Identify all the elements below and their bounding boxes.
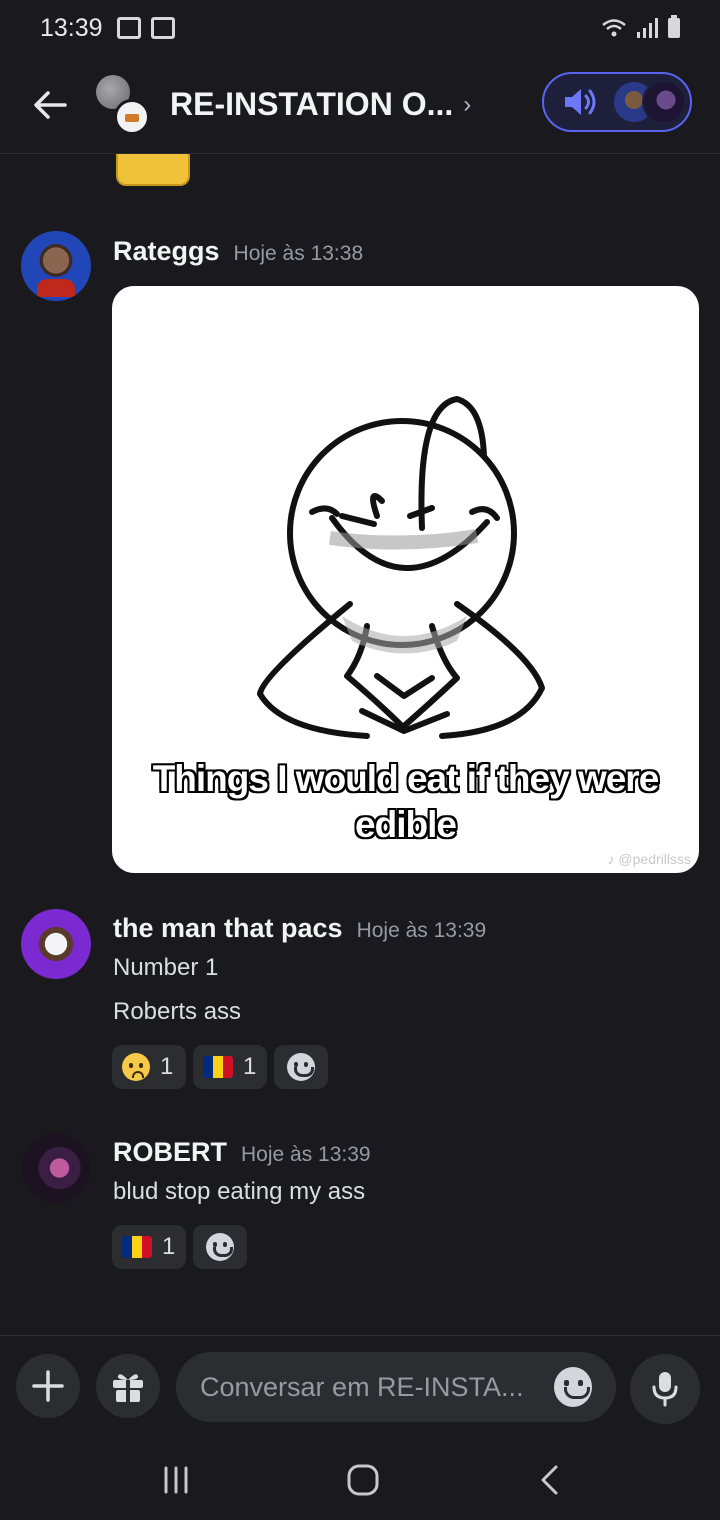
message-header: ROBERT Hoje às 13:39 [113, 1137, 371, 1168]
message-composer [0, 1335, 720, 1435]
reaction-worried[interactable]: 1 [112, 1045, 186, 1089]
add-emoji-icon [206, 1233, 234, 1261]
attach-button[interactable] [16, 1354, 80, 1418]
message-text: blud stop eating my ass [113, 1178, 366, 1205]
message-header: Rateggs Hoje às 13:38 [113, 236, 363, 267]
message-header: the man that pacs Hoje às 13:39 [113, 913, 486, 944]
play-store-icon [116, 17, 141, 39]
signal-icon [637, 18, 658, 38]
message-text: Number 1 [113, 954, 219, 981]
username[interactable]: the man that pacs [113, 913, 343, 944]
add-emoji-icon [287, 1053, 315, 1081]
add-reaction-button[interactable] [193, 1225, 247, 1269]
system-back-button[interactable] [520, 1458, 580, 1502]
chevron-right-icon: › [463, 90, 472, 118]
group-avatar[interactable] [96, 74, 156, 135]
image-attachment[interactable]: Things I would eat if they were edible ♪… [112, 286, 699, 873]
voice-participants [612, 80, 686, 124]
battery-icon [668, 15, 680, 38]
reaction-count: 1 [160, 1053, 174, 1080]
message-input-pill[interactable] [176, 1352, 616, 1422]
back-button[interactable] [20, 75, 80, 135]
microphone-icon [652, 1372, 678, 1407]
message-text: Roberts ass [113, 998, 242, 1025]
watermark: ♪ @pedrillsss [607, 851, 691, 867]
participant-avatar [642, 80, 686, 124]
username[interactable]: Rateggs [113, 236, 220, 267]
reaction-count: 1 [243, 1053, 257, 1080]
status-right [601, 15, 680, 38]
member-avatar [114, 98, 150, 135]
home-icon [347, 1464, 379, 1496]
recent-apps-button[interactable] [146, 1458, 206, 1502]
gift-button[interactable] [96, 1354, 160, 1418]
reaction-count: 1 [162, 1233, 176, 1260]
meme-caption: Things I would eat if they were edible [152, 758, 660, 845]
gift-icon [113, 1374, 143, 1402]
plus-icon [32, 1370, 64, 1402]
timestamp: Hoje às 13:38 [233, 242, 364, 265]
gallery-icon [150, 17, 175, 39]
speaker-icon [565, 89, 596, 115]
arrow-left-icon [34, 90, 67, 119]
avatar[interactable] [21, 909, 91, 979]
status-time: 13:39 [40, 13, 103, 42]
timestamp: Hoje às 13:39 [241, 1143, 371, 1166]
voice-message-button[interactable] [630, 1354, 700, 1424]
romania-flag-icon [203, 1056, 233, 1078]
system-nav-bar [0, 1440, 720, 1520]
avatar[interactable] [21, 1133, 91, 1203]
sticker[interactable] [116, 154, 190, 186]
emoji-picker-icon[interactable] [554, 1367, 592, 1407]
worried-face-icon [122, 1053, 150, 1081]
username[interactable]: ROBERT [113, 1137, 227, 1168]
voice-call-pill[interactable] [542, 72, 692, 132]
avatar[interactable] [21, 231, 91, 301]
notification-icons [116, 17, 175, 39]
status-bar: 13:39 [0, 0, 720, 56]
add-reaction-button[interactable] [274, 1045, 328, 1089]
reaction-flag[interactable]: 1 [193, 1045, 267, 1089]
timestamp: Hoje às 13:39 [356, 919, 487, 942]
reaction-flag[interactable]: 1 [112, 1225, 186, 1269]
channel-header: RE-INSTATION O... › [0, 56, 720, 154]
channel-title[interactable]: RE-INSTATION O... [170, 86, 453, 123]
wifi-icon [602, 19, 626, 37]
recent-apps-icon [164, 1466, 188, 1494]
romania-flag-icon [122, 1236, 152, 1258]
message-input[interactable] [200, 1371, 554, 1403]
chevron-left-icon [541, 1465, 558, 1495]
home-button[interactable] [333, 1458, 393, 1502]
